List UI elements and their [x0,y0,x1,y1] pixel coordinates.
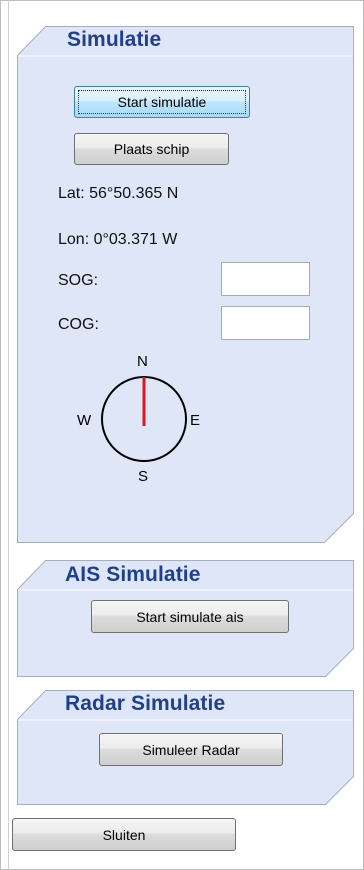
start-ais-simulation-button[interactable]: Start simulate ais [91,600,289,633]
compass-west-label: W [77,412,92,429]
ais-simulation-panel: AIS Simulatie Start simulate ais [17,560,354,677]
compass[interactable]: N E S W [73,346,200,485]
sog-input[interactable] [221,262,310,296]
latitude-readout: Lat: 56°50.365 N [58,185,179,202]
simulate-radar-button[interactable]: Simuleer Radar [99,733,283,766]
cog-input[interactable] [221,306,310,340]
radar-simulation-title: Radar Simulatie [65,692,226,715]
sog-label: SOG: [58,272,99,289]
compass-south-label: S [138,468,149,485]
compass-east-label: E [190,412,201,429]
longitude-readout: Lon: 0°03.371 W [58,231,178,248]
compass-north-label: N [137,353,148,370]
place-ship-button[interactable]: Plaats schip [74,133,229,165]
simulation-panel: Simulatie Start simulatie Plaats schip L… [17,26,354,543]
start-simulation-button[interactable]: Start simulatie [74,86,250,118]
close-button[interactable]: Sluiten [12,818,236,851]
simulation-title: Simulatie [67,28,162,51]
ais-simulation-title: AIS Simulatie [65,563,201,586]
pane-divider [8,0,9,870]
cog-label: COG: [58,316,99,333]
radar-simulation-panel: Radar Simulatie Simuleer Radar [17,690,354,805]
